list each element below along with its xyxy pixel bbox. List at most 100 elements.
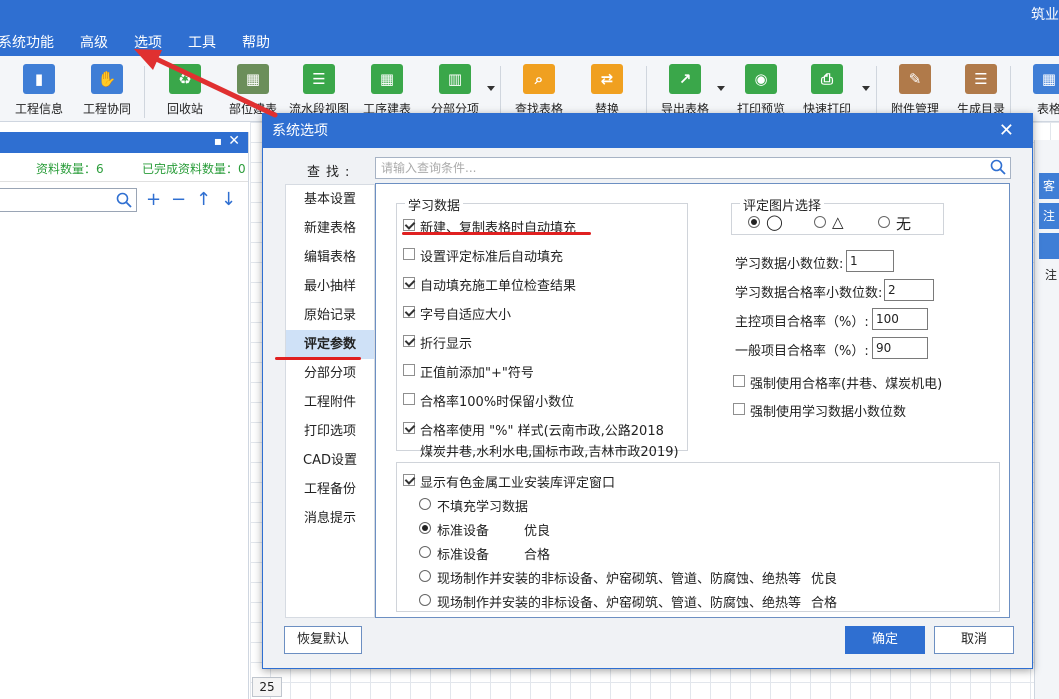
checkbox[interactable] <box>403 474 415 486</box>
ribbon-button-7[interactable]: ⌕ 查找表格 <box>508 64 570 117</box>
cancel-button[interactable]: 取消 <box>934 626 1014 654</box>
radio[interactable] <box>748 216 760 228</box>
metal-option[interactable]: 标准设备 <box>419 544 489 563</box>
remove-icon[interactable]: − <box>169 189 188 210</box>
radio[interactable] <box>419 498 431 510</box>
checkbox[interactable] <box>403 248 415 260</box>
study-option[interactable]: 字号自适应大小 <box>403 304 511 323</box>
nav-item[interactable]: CAD设置 <box>286 446 374 475</box>
arrow-up-icon[interactable]: ↑ <box>194 189 213 210</box>
metal-checkbox-row[interactable]: 显示有色金属工业安装库评定窗口 <box>403 472 615 491</box>
ok-button[interactable]: 确定 <box>845 626 925 654</box>
search-icon[interactable] <box>990 159 1006 181</box>
nav-item[interactable]: 消息提示 <box>286 504 374 533</box>
nav-item[interactable]: 工程附件 <box>286 388 374 417</box>
dialog-close-icon[interactable]: ✕ <box>999 114 1014 148</box>
checkbox[interactable] <box>733 403 745 415</box>
dropdown-arrow-icon[interactable] <box>717 86 725 91</box>
right-strip-button-2[interactable]: 注 <box>1039 203 1059 229</box>
arrow-down-icon[interactable]: ↓ <box>219 189 238 210</box>
handshake-icon: ✋ <box>91 64 123 94</box>
nav-item[interactable]: 基本设置 <box>286 185 374 214</box>
dropdown-arrow-icon[interactable] <box>487 86 495 91</box>
radio[interactable] <box>419 594 431 606</box>
ribbon-button-12[interactable]: ✎ 附件管理 <box>884 64 946 117</box>
ribbon-button-8[interactable]: ⇄ 替换 <box>576 64 638 117</box>
ribbon-button-9[interactable]: ↗ 导出表格 <box>654 64 716 117</box>
ribbon-button-11[interactable]: ⎙ 快速打印 <box>796 64 858 117</box>
restore-default-button[interactable]: 恢复默认 <box>284 626 362 654</box>
checkbox[interactable] <box>403 422 415 434</box>
find-input[interactable]: 请输入查询条件... <box>375 157 1011 179</box>
ribbon-button-2[interactable]: ♻ 回收站 <box>154 64 216 117</box>
radio[interactable] <box>878 216 890 228</box>
force-option[interactable]: 强制使用学习数据小数位数 <box>733 401 906 420</box>
study-option[interactable]: 合格率使用 "%" 样式(云南市政,公路2018 煤炭井巷,水利水电,国标市政,吉… <box>403 420 679 460</box>
force-option[interactable]: 强制使用合格率(井巷、煤炭机电) <box>733 373 942 392</box>
checkbox[interactable] <box>733 375 745 387</box>
right-strip-button-1[interactable]: 客 <box>1039 173 1059 199</box>
checkbox[interactable] <box>403 335 415 347</box>
nav-item[interactable]: 原始记录 <box>286 301 374 330</box>
ribbon-button-0[interactable]: ▮ 工程信息 <box>8 64 70 117</box>
nav-item[interactable]: 编辑表格 <box>286 243 374 272</box>
ribbon-button-14[interactable]: ▦ 表格 <box>1018 64 1059 117</box>
radio[interactable] <box>419 570 431 582</box>
nav-item[interactable]: 最小抽样 <box>286 272 374 301</box>
table-icon: ▦ <box>237 64 269 94</box>
ribbon-button-5[interactable]: ▦ 工序建表 <box>356 64 418 117</box>
nav-item[interactable]: 新建表格 <box>286 214 374 243</box>
ribbon-button-3[interactable]: ▦ 部位建表 <box>222 64 284 117</box>
study-option[interactable]: 自动填充施工单位检查结果 <box>403 275 576 294</box>
menu-system[interactable]: 系统功能 <box>0 30 67 56</box>
field-input[interactable]: 90 <box>872 337 928 359</box>
metal-option[interactable]: 现场制作并安装的非标设备、炉窑砌筑、管道、防腐蚀、绝热等 <box>419 592 801 611</box>
ribbon-button-6[interactable]: ▥ 分部分项 <box>424 64 486 117</box>
left-tools: + − ↑ ↓ <box>144 189 238 210</box>
menu-options[interactable]: 选项 <box>121 30 175 56</box>
ribbon-button-13[interactable]: ☰ 生成目录 <box>950 64 1012 117</box>
search-icon[interactable] <box>116 192 132 212</box>
study-option[interactable]: 正值前添加"+"符号 <box>403 362 534 381</box>
pic-option[interactable]: 无 <box>878 213 911 234</box>
checkbox[interactable] <box>403 364 415 376</box>
radio[interactable] <box>814 216 826 228</box>
dropdown-arrow-icon[interactable] <box>862 86 870 91</box>
pic-option[interactable]: ◯ <box>748 213 783 231</box>
study-option[interactable]: 折行显示 <box>403 333 472 352</box>
menu-advanced[interactable]: 高级 <box>67 30 121 56</box>
nav-item[interactable]: 分部分项 <box>286 359 374 388</box>
field-input[interactable]: 2 <box>884 279 934 301</box>
study-option[interactable]: 设置评定标准后自动填充 <box>403 246 563 265</box>
metal-option[interactable]: 标准设备 <box>419 520 489 539</box>
field-input[interactable]: 1 <box>846 250 894 272</box>
metal-option[interactable]: 不填充学习数据 <box>419 496 528 515</box>
study-option[interactable]: 合格率100%时保留小数位 <box>403 391 574 410</box>
checkbox[interactable] <box>403 219 415 231</box>
close-icon[interactable]: ✕ <box>228 133 240 149</box>
add-icon[interactable]: + <box>144 189 163 210</box>
checkbox[interactable] <box>403 277 415 289</box>
ribbon-button-4[interactable]: ☰ 流水段视图 <box>288 64 350 117</box>
ribbon-button-10[interactable]: ◉ 打印预览 <box>730 64 792 117</box>
nav-item[interactable]: 评定参数 <box>286 330 374 359</box>
nav-item[interactable]: 打印选项 <box>286 417 374 446</box>
menu-tools[interactable]: 工具 <box>175 30 229 56</box>
metal-checkbox-label: 显示有色金属工业安装库评定窗口 <box>420 476 616 491</box>
pic-option[interactable]: △ <box>814 213 844 231</box>
chart-icon: ▥ <box>439 64 471 94</box>
checkbox[interactable] <box>403 393 415 405</box>
pic-group-title: 评定图片选择 <box>740 195 825 214</box>
left-search-input[interactable] <box>0 188 137 212</box>
radio[interactable] <box>419 546 431 558</box>
right-strip-button-3[interactable] <box>1039 233 1059 259</box>
radio[interactable] <box>419 522 431 534</box>
menu-help[interactable]: 帮助 <box>229 30 283 56</box>
checkbox[interactable] <box>403 306 415 318</box>
ribbon-button-1[interactable]: ✋ 工程协同 <box>76 64 138 117</box>
metal-option[interactable]: 现场制作并安装的非标设备、炉窑砌筑、管道、防腐蚀、绝热等 <box>419 568 801 587</box>
pin-icon[interactable]: ▪ <box>214 134 222 148</box>
nav-item[interactable]: 工程备份 <box>286 475 374 504</box>
field-input[interactable]: 100 <box>872 308 928 330</box>
ribbon-separator <box>646 66 647 118</box>
